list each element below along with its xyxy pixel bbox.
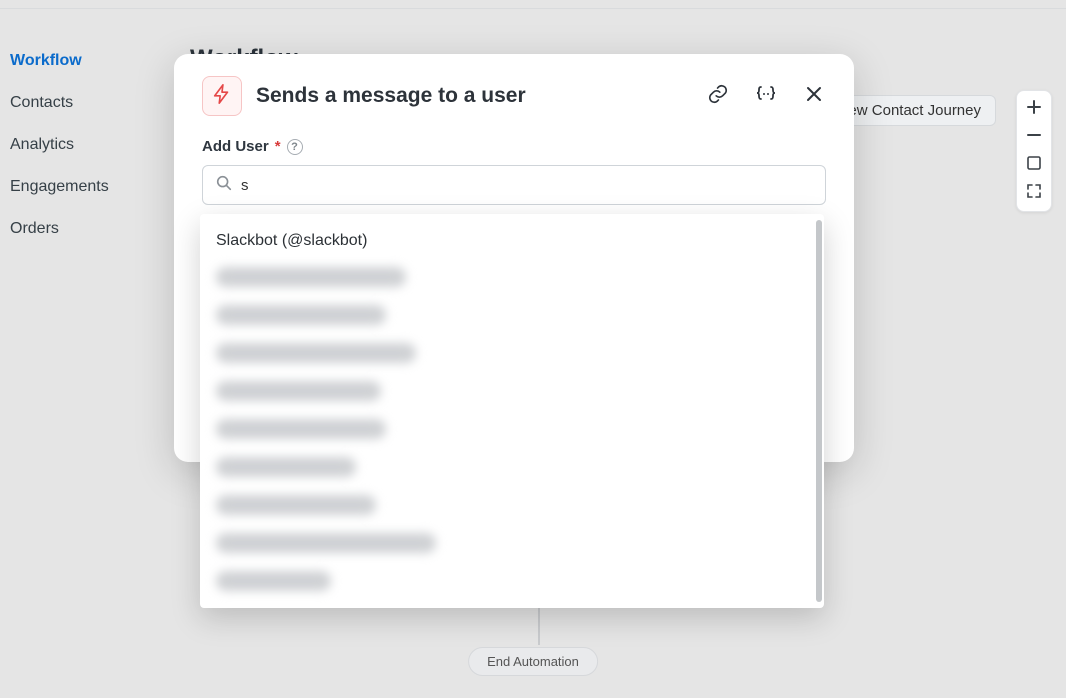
redacted-text bbox=[216, 305, 386, 325]
suggestion-item-redacted[interactable] bbox=[200, 448, 820, 486]
modal-header: Sends a message to a user bbox=[202, 76, 826, 116]
close-icon bbox=[804, 84, 824, 109]
suggestion-item-redacted[interactable] bbox=[200, 562, 820, 600]
redacted-text bbox=[216, 381, 381, 401]
top-divider bbox=[0, 8, 1066, 9]
link-icon bbox=[707, 83, 729, 110]
dropdown-scrollbar[interactable] bbox=[816, 220, 822, 602]
field-label-text: Add User bbox=[202, 138, 269, 155]
lightning-icon bbox=[211, 83, 233, 110]
fit-screen-button[interactable] bbox=[1020, 151, 1048, 179]
user-search-field[interactable] bbox=[202, 165, 826, 205]
add-user-label: Add User * ? bbox=[202, 138, 826, 155]
suggestion-item-redacted[interactable] bbox=[200, 372, 820, 410]
sidebar-item-contacts[interactable]: Contacts bbox=[10, 82, 160, 124]
zoom-panel bbox=[1016, 90, 1052, 212]
required-marker: * bbox=[275, 138, 281, 155]
action-badge bbox=[202, 76, 242, 116]
redacted-text bbox=[216, 571, 331, 591]
frame-icon bbox=[1026, 155, 1042, 176]
suggestion-item-redacted[interactable] bbox=[200, 334, 820, 372]
end-automation-node[interactable]: End Automation bbox=[468, 647, 598, 676]
suggestion-item-slackbot[interactable]: Slackbot (@slackbot) bbox=[200, 224, 820, 258]
expand-icon bbox=[1026, 183, 1042, 204]
copy-link-button[interactable] bbox=[706, 84, 730, 108]
zoom-in-button[interactable] bbox=[1020, 95, 1048, 123]
redacted-text bbox=[216, 343, 416, 363]
braces-icon bbox=[754, 84, 778, 109]
close-button[interactable] bbox=[802, 84, 826, 108]
suggestion-item-redacted[interactable] bbox=[200, 410, 820, 448]
modal-title: Sends a message to a user bbox=[256, 84, 682, 108]
sidebar-item-analytics[interactable]: Analytics bbox=[10, 124, 160, 166]
redacted-text bbox=[216, 419, 386, 439]
sidebar: Workflow Contacts Analytics Engagements … bbox=[10, 40, 160, 250]
minus-icon bbox=[1026, 127, 1042, 148]
sidebar-item-workflow[interactable]: Workflow bbox=[10, 40, 160, 82]
user-suggestions-dropdown: Slackbot (@slackbot) bbox=[200, 214, 824, 608]
fullscreen-button[interactable] bbox=[1020, 179, 1048, 207]
suggestion-item-redacted[interactable] bbox=[200, 486, 820, 524]
plus-icon bbox=[1026, 99, 1042, 120]
search-icon bbox=[215, 174, 233, 197]
preview-contact-journey-button[interactable]: iew Contact Journey bbox=[830, 95, 996, 126]
help-icon[interactable]: ? bbox=[287, 139, 303, 155]
redacted-text bbox=[216, 457, 356, 477]
zoom-out-button[interactable] bbox=[1020, 123, 1048, 151]
suggestion-item-redacted[interactable] bbox=[200, 258, 820, 296]
sidebar-item-orders[interactable]: Orders bbox=[10, 208, 160, 250]
redacted-text bbox=[216, 267, 406, 287]
suggestion-item-redacted[interactable] bbox=[200, 296, 820, 334]
redacted-text bbox=[216, 533, 436, 553]
variables-button[interactable] bbox=[754, 84, 778, 108]
redacted-text bbox=[216, 495, 376, 515]
user-search-input[interactable] bbox=[241, 177, 813, 194]
suggestion-item-redacted[interactable] bbox=[200, 524, 820, 562]
sidebar-item-engagements[interactable]: Engagements bbox=[10, 166, 160, 208]
